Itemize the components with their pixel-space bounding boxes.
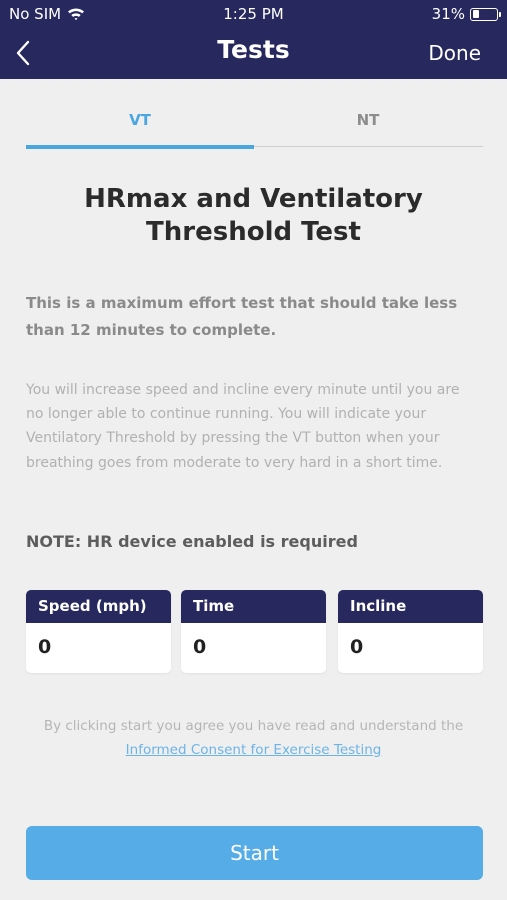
active-tab-indicator: [26, 145, 254, 149]
test-instructions: You will increase speed and incline ever…: [26, 382, 460, 471]
incline-card: Incline 0: [338, 590, 483, 673]
speed-card: Speed (mph) 0: [26, 590, 171, 673]
test-summary: This is a maximum effort test that shoul…: [26, 294, 458, 339]
incline-label: Incline: [338, 590, 483, 623]
informed-consent-link[interactable]: Informed Consent for Exercise Testing: [20, 738, 487, 762]
incline-value: 0: [350, 636, 364, 658]
device-note: NOTE: HR device enabled is required: [26, 532, 358, 551]
tab-nt[interactable]: NT: [254, 100, 482, 150]
test-title: HRmax and Ventilatory Threshold Test: [84, 184, 423, 247]
speed-label: Speed (mph): [26, 590, 171, 623]
speed-value: 0: [38, 636, 52, 658]
consent-notice: By clicking start you agree you have rea…: [20, 714, 487, 762]
battery-status: 31%: [431, 5, 501, 23]
test-tabs: VT NT: [26, 100, 483, 150]
app-header: No SIM 1:25 PM 31% Tests Done: [0, 0, 507, 79]
done-button[interactable]: Done: [428, 41, 481, 65]
time-card: Time 0: [181, 590, 326, 673]
start-button[interactable]: Start: [26, 826, 483, 880]
battery-icon: [470, 7, 501, 21]
battery-percent: 31%: [431, 5, 465, 23]
tab-vt[interactable]: VT: [26, 100, 254, 150]
time-label: Time: [181, 590, 326, 623]
consent-text: By clicking start you agree you have rea…: [43, 718, 464, 734]
time-value: 0: [193, 636, 207, 658]
status-bar: No SIM 1:25 PM 31%: [0, 0, 507, 28]
